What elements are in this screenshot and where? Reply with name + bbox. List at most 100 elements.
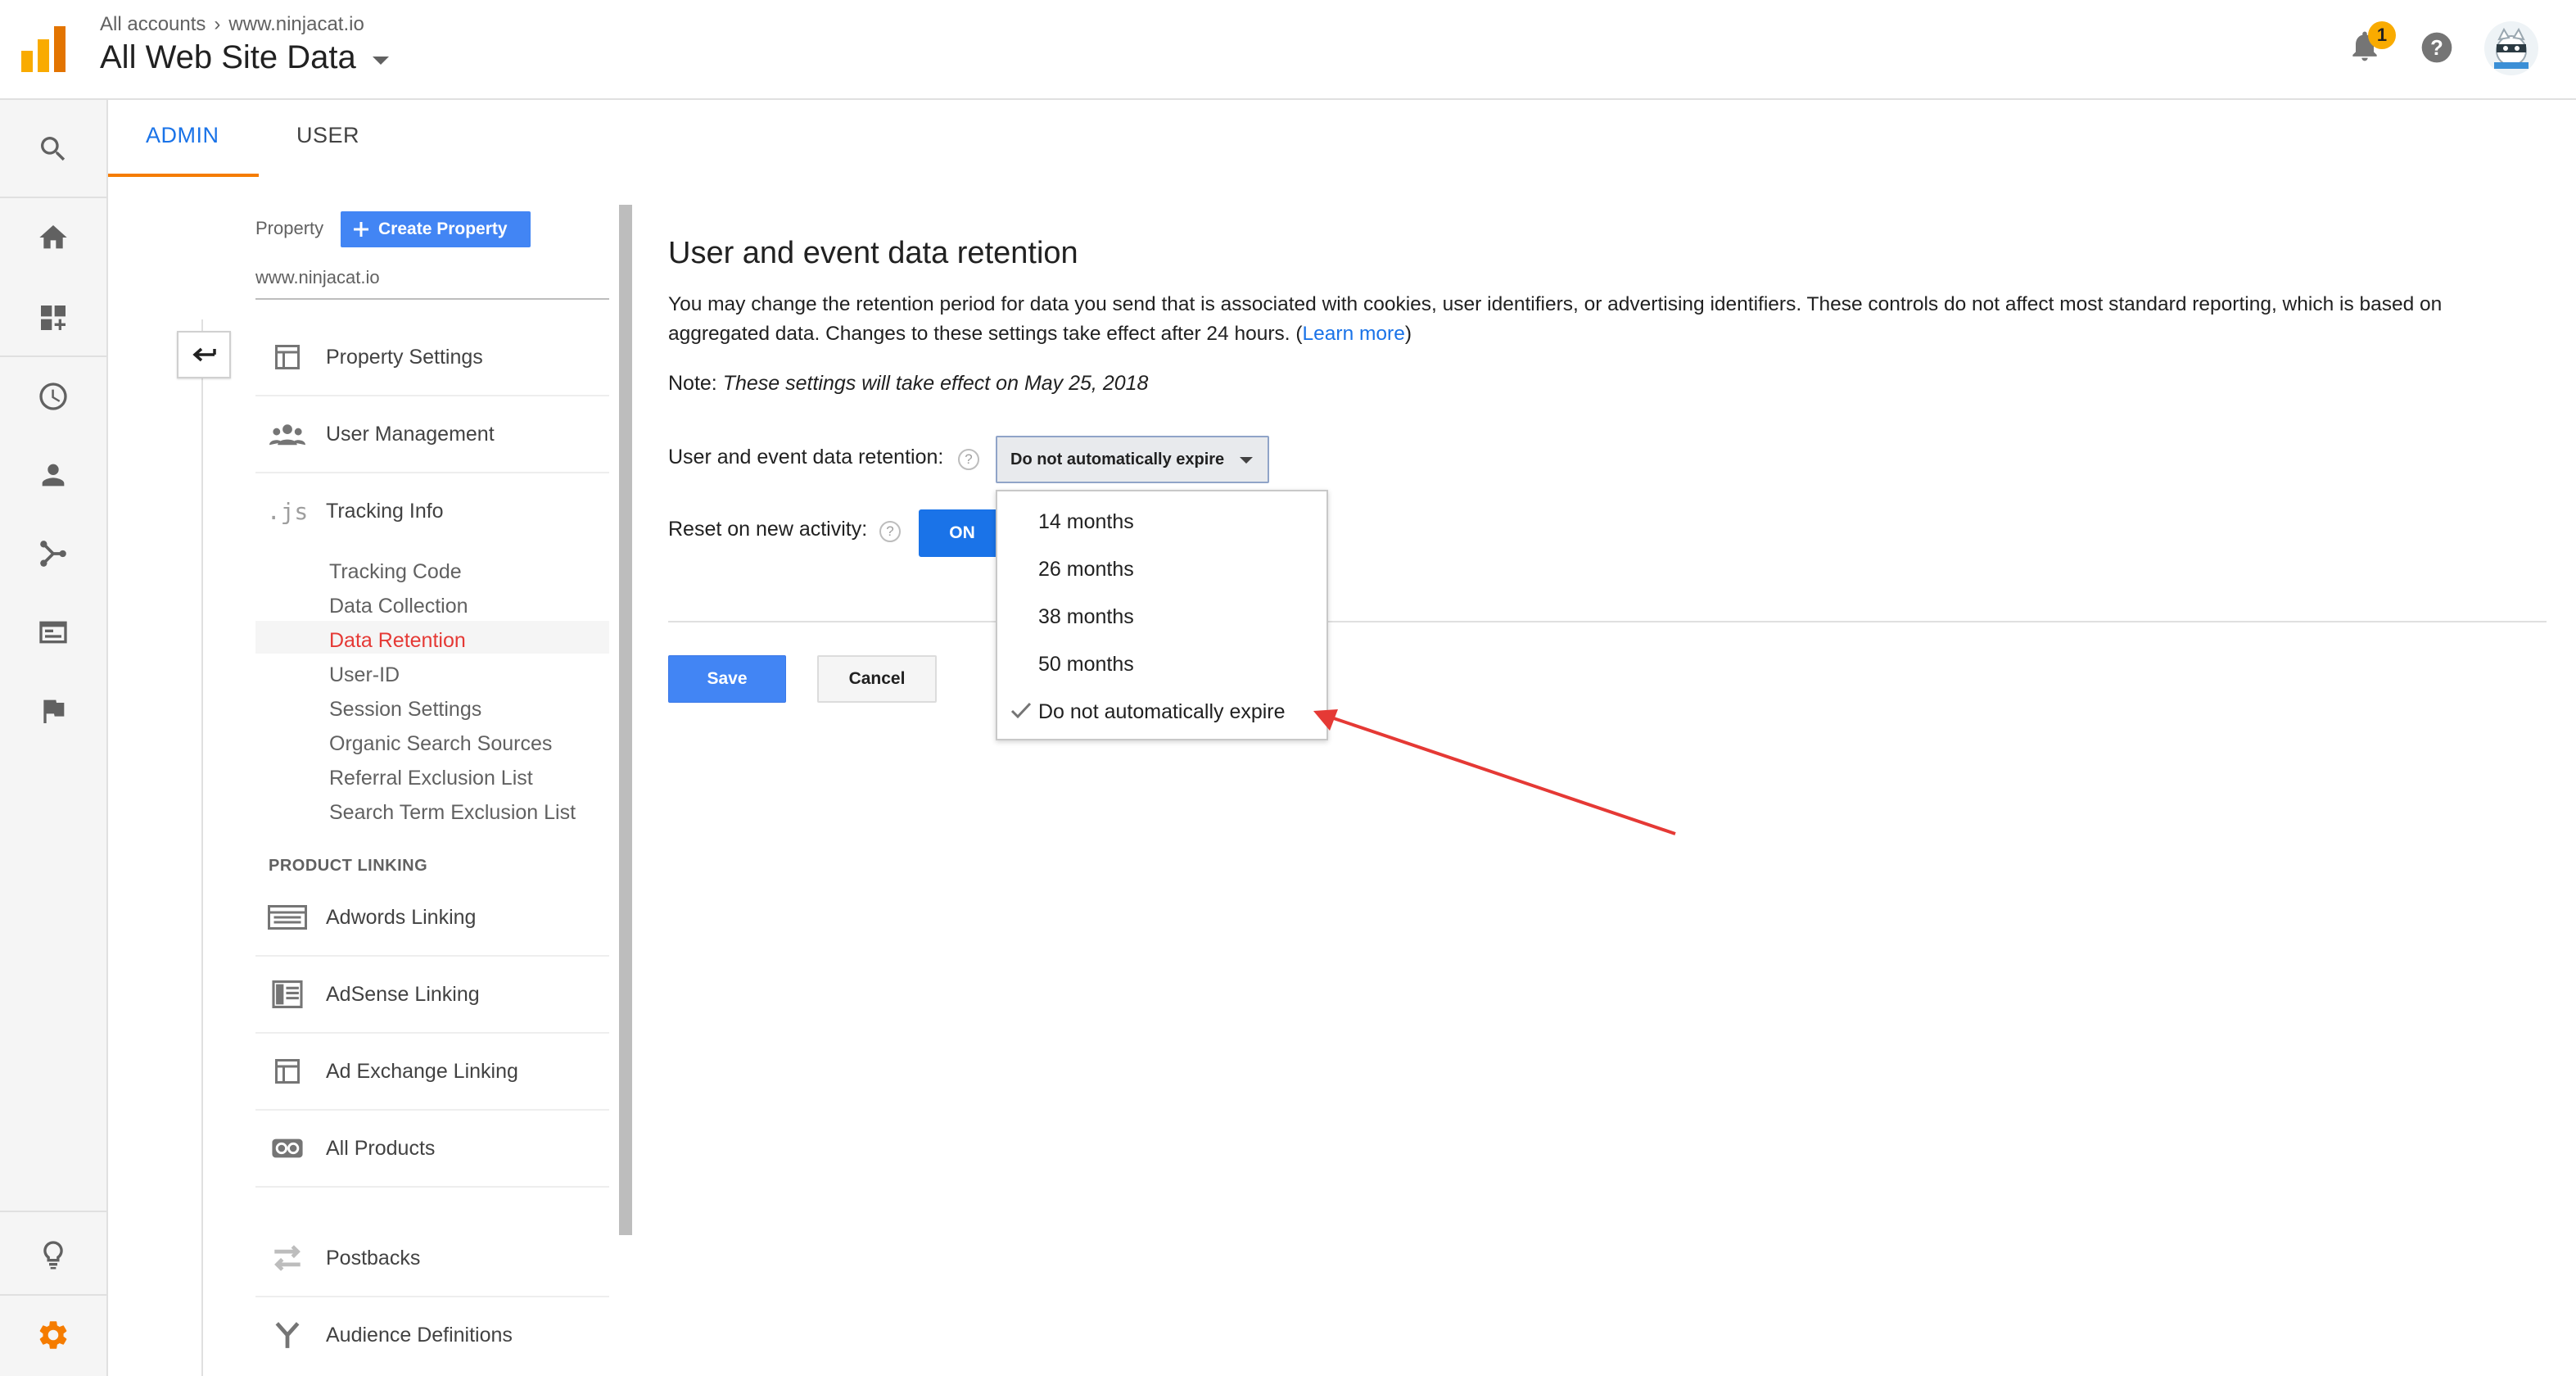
note-text: These settings will take effect on May 2…: [722, 372, 1149, 395]
breadcrumb-account[interactable]: www.ninjacat.io: [228, 13, 364, 36]
option-38-months[interactable]: 38 months: [997, 593, 1326, 640]
subnav-referral-exclusion-list[interactable]: Referral Exclusion List: [329, 767, 533, 790]
nav-audience-definitions[interactable]: Audience Definitions: [255, 1297, 609, 1373]
adwords-icon: [267, 901, 308, 934]
acquisition-icon[interactable]: [0, 516, 106, 591]
nav-property-settings[interactable]: Property Settings: [255, 319, 609, 396]
discover-bulb-icon[interactable]: [0, 1217, 106, 1292]
note-prefix: Note:: [668, 372, 723, 395]
nav-postbacks[interactable]: Postbacks: [255, 1220, 609, 1297]
rail-divider: [0, 1294, 106, 1296]
home-icon[interactable]: [0, 200, 106, 275]
subnav-session-settings[interactable]: Session Settings: [329, 698, 481, 722]
product-linking-header: PRODUCT LINKING: [269, 857, 428, 875]
option-label: 14 months: [1038, 509, 1134, 533]
audience-definitions-icon: [267, 1319, 308, 1351]
js-icon: .js: [266, 497, 309, 525]
option-label: 50 months: [1038, 652, 1134, 676]
nav-label: AdSense Linking: [326, 982, 480, 1006]
audience-person-icon[interactable]: [0, 437, 106, 513]
customization-icon[interactable]: [0, 280, 106, 355]
nav-label: Ad Exchange Linking: [326, 1059, 518, 1083]
retention-label: User and event data retention:: [668, 446, 944, 468]
checkmark-icon: [1010, 701, 1032, 719]
rail-divider: [0, 355, 106, 357]
property-settings-icon: [267, 341, 308, 373]
nav-adsense-linking[interactable]: AdSense Linking: [255, 957, 609, 1034]
caret-down-icon[interactable]: [372, 56, 389, 65]
description-close: ): [1404, 323, 1412, 345]
annotation-arrow-icon: [1302, 704, 1679, 844]
property-selector[interactable]: www.ninjacat.io: [255, 267, 380, 288]
nav-label: Audience Definitions: [326, 1323, 513, 1347]
behavior-icon[interactable]: [0, 595, 106, 670]
svg-text:?: ?: [2430, 37, 2443, 60]
nav-label: Tracking Info: [326, 499, 444, 523]
retention-selected-value: Do not automatically expire: [1010, 450, 1225, 468]
retention-dropdown[interactable]: Do not automatically expire: [996, 436, 1269, 483]
avatar[interactable]: [2484, 21, 2538, 75]
breadcrumb-separator: ›: [214, 13, 221, 35]
option-50-months[interactable]: 50 months: [997, 640, 1326, 688]
admin-gear-icon[interactable]: [0, 1297, 106, 1373]
cancel-button[interactable]: Cancel: [817, 655, 937, 703]
create-property-label: Create Property: [378, 220, 508, 238]
view-selector[interactable]: All Web Site Data: [100, 39, 389, 76]
nav-label: All Products: [326, 1136, 436, 1160]
nav-label: Property Settings: [326, 345, 483, 369]
reset-on-activity-label: Reset on new activity:: [668, 518, 868, 541]
nav-user-management[interactable]: User Management: [255, 396, 609, 473]
postbacks-icon: [267, 1242, 308, 1274]
nav-all-products[interactable]: All Products: [255, 1111, 609, 1188]
subnav-organic-search-sources[interactable]: Organic Search Sources: [329, 732, 552, 756]
nav-ad-exchange-linking[interactable]: Ad Exchange Linking: [255, 1034, 609, 1111]
subnav-search-term-exclusion-list[interactable]: Search Term Exclusion List: [329, 801, 576, 825]
save-button[interactable]: Save: [668, 655, 786, 703]
option-label: 38 months: [1038, 604, 1134, 628]
option-do-not-expire[interactable]: Do not automatically expire: [997, 688, 1326, 736]
description-text: You may change the retention period for …: [668, 290, 2543, 349]
create-property-button[interactable]: Create Property: [341, 211, 531, 247]
nav-label: Postbacks: [326, 1246, 421, 1270]
search-icon[interactable]: [0, 111, 106, 187]
column-scrollbar[interactable]: [619, 205, 632, 1235]
retention-help-icon[interactable]: ?: [958, 449, 979, 470]
top-header: All accounts › www.ninjacat.io All Web S…: [0, 0, 2576, 100]
tab-user[interactable]: USER: [296, 123, 359, 148]
rail-divider: [0, 197, 106, 198]
notification-badge: 1: [2368, 21, 2396, 49]
collapse-back-button[interactable]: [177, 331, 231, 378]
reset-toggle[interactable]: ON: [919, 509, 1006, 557]
option-label: 26 months: [1038, 557, 1134, 581]
adsense-icon: [267, 978, 308, 1011]
nav-adwords-linking[interactable]: Adwords Linking: [255, 880, 609, 957]
tab-admin[interactable]: ADMIN: [146, 123, 219, 148]
effective-date-note: Note: These settings will take effect on…: [668, 372, 1148, 396]
subnav-data-retention[interactable]: Data Retention: [329, 629, 466, 653]
conversions-flag-icon[interactable]: [0, 673, 106, 749]
reset-help-icon[interactable]: ?: [879, 521, 901, 542]
caret-down-icon[interactable]: [1240, 457, 1253, 464]
option-label: Do not automatically expire: [1038, 699, 1286, 723]
property-label: Property: [255, 218, 324, 238]
breadcrumb: All accounts › www.ninjacat.io: [100, 13, 364, 36]
realtime-clock-icon[interactable]: [0, 359, 106, 434]
nav-label: User Management: [326, 422, 495, 446]
subnav-user-id[interactable]: User-ID: [329, 663, 400, 687]
help-icon[interactable]: ?: [2419, 29, 2455, 66]
analytics-logo[interactable]: [21, 26, 66, 72]
learn-more-link[interactable]: Learn more: [1303, 323, 1405, 345]
option-26-months[interactable]: 26 months: [997, 545, 1326, 593]
nav-label: Adwords Linking: [326, 905, 477, 929]
nav-tracking-info[interactable]: .js Tracking Info: [255, 473, 609, 549]
subnav-tracking-code[interactable]: Tracking Code: [329, 560, 462, 584]
active-tab-indicator: [108, 174, 259, 177]
property-selector-underline: [255, 298, 609, 300]
view-title[interactable]: All Web Site Data: [100, 39, 356, 76]
subnav-data-collection[interactable]: Data Collection: [329, 595, 468, 618]
plus-icon: [352, 220, 370, 238]
column-connector-line: [201, 319, 203, 1376]
breadcrumb-all-accounts[interactable]: All accounts: [100, 13, 206, 36]
ad-exchange-icon: [267, 1055, 308, 1088]
option-14-months[interactable]: 14 months: [997, 498, 1326, 545]
